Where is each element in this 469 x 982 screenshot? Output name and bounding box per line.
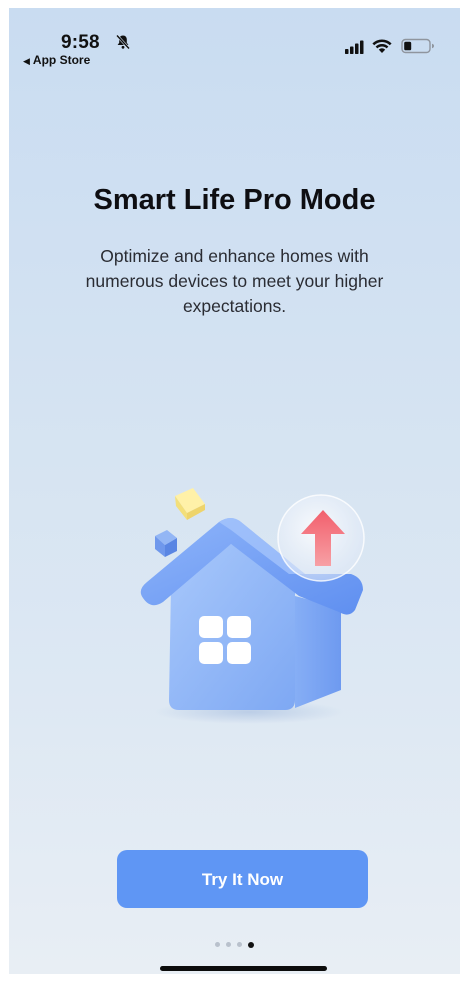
page-dot[interactable] <box>215 942 220 948</box>
page-dot[interactable] <box>226 942 231 948</box>
yellow-cube-icon <box>175 488 205 520</box>
page-indicator <box>9 936 460 948</box>
status-time: 9:58 <box>61 32 100 53</box>
cellular-signal-icon <box>345 40 364 54</box>
try-it-now-button[interactable]: Try It Now <box>117 850 368 908</box>
battery-icon <box>401 38 434 54</box>
home-indicator[interactable] <box>160 966 327 971</box>
page-title: Smart Life Pro Mode <box>93 184 376 216</box>
back-app-label: App Store <box>32 53 91 67</box>
page-subtitle: Optimize and enhance homes with numerous… <box>85 246 384 316</box>
blue-cube-icon <box>155 530 177 557</box>
wifi-icon <box>372 39 392 53</box>
onboarding-screen: 9:58 ◀ App Store Smart Life Pro Mode Opti… <box>9 8 460 974</box>
house-upgrade-illustration <box>140 488 365 724</box>
page-dot-active[interactable] <box>248 941 254 948</box>
back-to-app-store[interactable]: ◀ App Store <box>23 53 90 67</box>
back-triangle-icon: ◀ <box>23 56 30 66</box>
page-dot[interactable] <box>237 942 242 948</box>
bell-slash-icon <box>116 34 130 50</box>
upgrade-arrow-icon <box>277 494 365 582</box>
